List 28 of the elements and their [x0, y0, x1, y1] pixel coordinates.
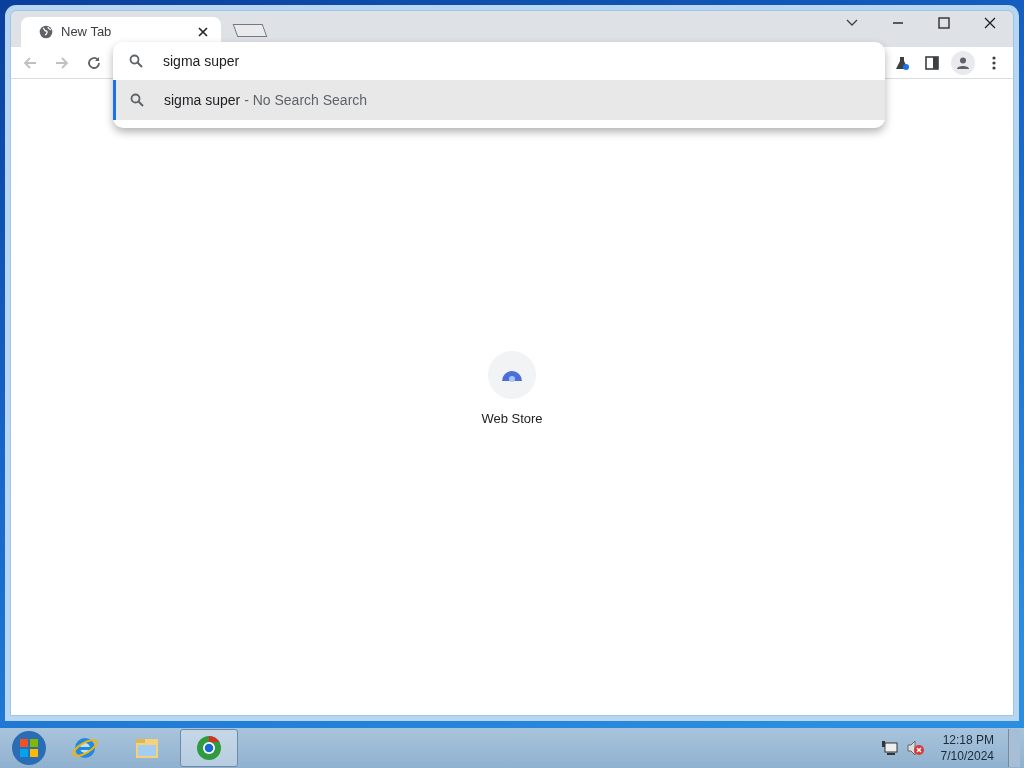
search-icon	[129, 54, 143, 68]
minimize-icon	[893, 22, 903, 24]
forward-arrow-icon	[54, 54, 70, 71]
maximize-icon	[936, 15, 952, 31]
close-icon	[198, 27, 208, 37]
search-icon	[130, 93, 144, 107]
back-arrow-icon	[22, 54, 38, 71]
shortcut-tile[interactable]	[488, 351, 536, 399]
close-icon	[982, 15, 998, 31]
new-tab-button[interactable]	[232, 24, 268, 37]
clock-time: 12:18 PM	[941, 731, 994, 748]
suggestion-description: - No Search Search	[243, 90, 368, 110]
clock-date: 7/10/2024	[940, 748, 994, 765]
show-desktop-button[interactable]	[1008, 729, 1020, 767]
address-field[interactable]: sigma super	[163, 50, 763, 72]
network-icon[interactable]	[880, 740, 899, 756]
speaker-muted-icon[interactable]	[906, 740, 925, 756]
tab[interactable]: New Tab	[21, 17, 221, 47]
suggestion-query: sigma super	[164, 90, 241, 110]
chrome-icon	[195, 734, 223, 762]
tab-title: New Tab	[61, 23, 113, 42]
suggestion-item[interactable]: sigma super - No Search Search	[113, 80, 885, 120]
profile-icon[interactable]	[951, 50, 975, 75]
shortcut-label: Web Store	[481, 410, 543, 428]
globe-icon	[39, 25, 53, 39]
reload-icon	[86, 54, 102, 71]
taskbar-app[interactable]	[180, 729, 238, 767]
store-icon	[501, 368, 523, 382]
